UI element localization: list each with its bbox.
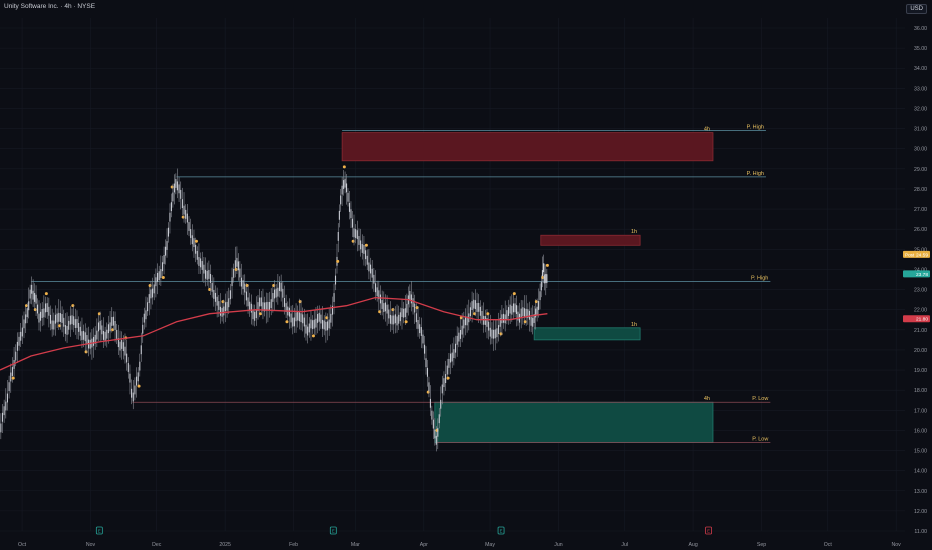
- y-tick-label: 26.00: [914, 227, 927, 233]
- x-tick-label: Nov: [892, 542, 902, 548]
- x-tick-label: Oct: [824, 542, 833, 548]
- x-tick-label: 2025: [219, 542, 231, 548]
- signal-dot: [446, 376, 450, 380]
- zone-label: 1h: [631, 322, 637, 328]
- y-tick-label: 18.00: [914, 388, 927, 394]
- y-tick-label: 35.00: [914, 46, 927, 52]
- y-tick-label: 14.00: [914, 469, 927, 475]
- signal-dot: [170, 185, 174, 189]
- x-tick-label: Feb: [289, 542, 298, 548]
- signal-dot: [33, 308, 37, 312]
- zone-supply-4h: [341, 132, 714, 162]
- y-tick-label: 11.00: [914, 529, 927, 535]
- y-tick-label: 36.00: [914, 26, 927, 32]
- price-chart[interactable]: 4h 1h 1h 4h P. High P. High P. High P. Low P. L…: [0, 0, 932, 550]
- y-tick-label: 13.00: [914, 489, 927, 495]
- price-badge-tag: Post: [905, 252, 915, 257]
- signal-dot: [161, 275, 165, 279]
- x-tick-label: Sep: [757, 542, 766, 548]
- y-tick-label: 19.00: [914, 368, 927, 374]
- x-tick-label: Dec: [152, 542, 162, 548]
- signal-dot: [364, 243, 368, 247]
- level-label: P. High: [751, 276, 768, 282]
- y-tick-label: 32.00: [914, 106, 927, 112]
- price-badge-value: 24.59: [916, 252, 928, 258]
- signal-dot: [11, 376, 15, 380]
- level-label: P. Low: [752, 396, 768, 402]
- y-tick-label: 15.00: [914, 449, 927, 455]
- signal-dot: [545, 263, 549, 267]
- x-tick-label: Jul: [621, 542, 628, 548]
- y-tick-label: 12.00: [914, 509, 927, 515]
- chart-background: [0, 0, 932, 550]
- earnings-marker-label: E: [332, 529, 335, 534]
- zone-demand-1h: [533, 327, 641, 341]
- y-tick-label: 23.00: [914, 288, 927, 294]
- signal-dot: [336, 259, 340, 263]
- signal-dot: [44, 292, 48, 296]
- level-label: P. Low: [752, 436, 768, 442]
- y-tick-label: 33.00: [914, 86, 927, 92]
- currency-button[interactable]: USD: [906, 4, 927, 14]
- x-tick-label: May: [485, 542, 495, 548]
- signal-dot: [541, 275, 545, 279]
- y-tick-label: 17.00: [914, 408, 927, 414]
- earnings-marker-label: E: [500, 529, 503, 534]
- y-tick-label: 29.00: [914, 167, 927, 173]
- earnings-marker-label: E: [98, 529, 101, 534]
- signal-dot: [534, 300, 538, 304]
- y-tick-label: 16.00: [914, 428, 927, 434]
- y-tick-label: 21.00: [914, 328, 927, 334]
- x-tick-label: Oct: [18, 542, 27, 548]
- y-tick-label: 20.00: [914, 348, 927, 354]
- x-tick-label: Apr: [420, 542, 428, 548]
- zone-demand-4h: [434, 401, 714, 443]
- signal-dot: [512, 292, 516, 296]
- y-tick-label: 30.00: [914, 147, 927, 153]
- zone-label: 1h: [631, 229, 637, 235]
- signal-dot: [342, 165, 346, 169]
- price-badge-value: 23.78: [916, 272, 928, 278]
- zone-label: 4h: [704, 127, 710, 133]
- level-label: P. High: [747, 171, 764, 177]
- y-tick-label: 28.00: [914, 187, 927, 193]
- level-label: P. High: [747, 125, 764, 131]
- x-tick-label: Aug: [688, 542, 697, 548]
- signal-dot: [24, 304, 28, 308]
- zone-supply-1h: [540, 234, 641, 246]
- signal-dot: [234, 267, 238, 271]
- earnings-marker-label: E: [707, 529, 710, 534]
- signal-dot: [404, 320, 408, 324]
- x-tick-label: Jun: [554, 542, 562, 548]
- signal-dot: [194, 239, 198, 243]
- x-tick-label: Nov: [86, 542, 96, 548]
- zone-label: 4h: [704, 396, 710, 402]
- y-tick-label: 34.00: [914, 66, 927, 72]
- y-tick-label: 31.00: [914, 127, 927, 133]
- x-tick-label: Mar: [351, 542, 360, 548]
- chart-title: Unity Software Inc. · 4h · NYSE: [4, 3, 96, 10]
- signal-dot: [137, 384, 141, 388]
- price-badge-value: 21.80: [916, 317, 928, 323]
- y-tick-label: 27.00: [914, 207, 927, 213]
- y-tick-label: 22.00: [914, 308, 927, 314]
